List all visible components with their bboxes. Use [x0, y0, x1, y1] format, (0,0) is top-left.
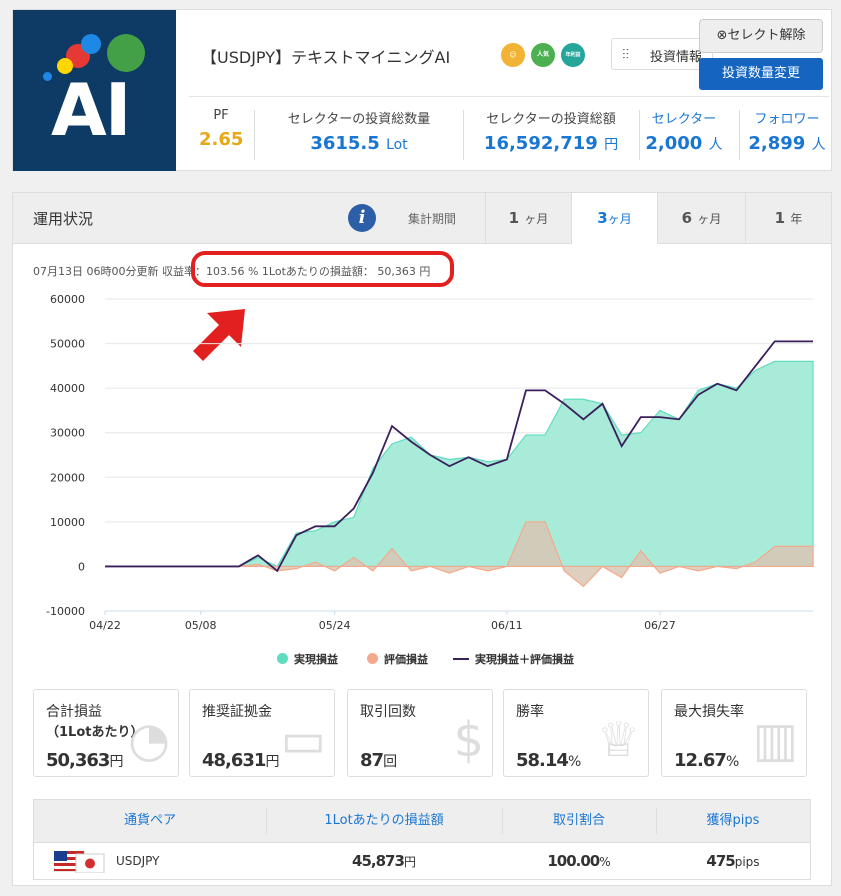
period-label: 集計期間: [408, 212, 457, 226]
wallet-icon: ▭: [280, 712, 326, 768]
card-trades: 取引回数 $ 87回: [347, 689, 493, 777]
panel-tabbar: 運用状況 i 集計期間 1 ヶ月 3ヶ月 6 ヶ月 1 年: [13, 193, 831, 244]
strategy-header: AI 【USDJPY】テキストマイニングAI ☺ 人気TOP10 年利益TOP1…: [12, 9, 832, 171]
card-winrate: 勝率 ♕ 58.14%: [503, 689, 649, 777]
stat-followers[interactable]: フォロワー 2,899 人: [745, 108, 829, 154]
change-quantity-button[interactable]: 投資数量変更: [699, 58, 823, 90]
logo-dot-blue: [81, 34, 101, 54]
x-tick-label: 04/22: [89, 619, 121, 632]
table-header: 通貨ペア 1Lotあたりの損益額 取引割合 獲得pips: [34, 800, 810, 843]
currency-pair-table: 通貨ペア 1Lotあたりの損益額 取引割合 獲得pips USDJPY 45,8…: [33, 799, 811, 880]
y-tick-label: 50000: [50, 338, 85, 351]
legend-unrealized: 評価損益: [367, 651, 428, 667]
highlight-box: [191, 251, 454, 287]
realized-pnl-area: [105, 360, 814, 568]
clear-selection-button[interactable]: ⊗セレクト解除: [699, 19, 823, 53]
stat-selectors[interactable]: セレクター 2,000 人: [641, 108, 727, 154]
panel-title: 運用状況: [33, 210, 94, 228]
stat-total-lots: セレクターの投資総数量 3615.5 Lot: [287, 112, 431, 154]
popular-badge: 人気TOP10: [531, 43, 555, 82]
y-tick-label: -10000: [46, 605, 85, 618]
performance-chart: -10000 0 10000 20000 30000 40000 50000 60000 04/…: [46, 293, 814, 632]
performance-panel: 運用状況 i 集計期間 1 ヶ月 3ヶ月 6 ヶ月 1 年 07月13日 06時…: [12, 192, 832, 886]
legend-realized-marker: [277, 653, 288, 664]
divider: [189, 96, 829, 97]
ratio-cell: 100.00%: [547, 852, 611, 870]
pie-chart-icon: ◔: [128, 712, 170, 768]
x-tick-label: 05/08: [185, 619, 217, 632]
stat-total-amount: セレクターの投資総額 16,592,719 円: [483, 112, 619, 154]
card-max-loss: 最大損失率 ▥ 12.67%: [661, 689, 807, 777]
y-tick-label: 40000: [50, 382, 85, 395]
pips-cell: 475pips: [706, 852, 760, 870]
x-tick-label: 06/27: [644, 619, 676, 632]
legend-unrealized-marker: [367, 653, 378, 664]
logo-dot-green: [107, 34, 145, 72]
table-row: USDJPY 45,873円 100.00% 475pips: [34, 843, 810, 879]
trophy-icon: ♕: [596, 712, 640, 768]
y-tick-label: 20000: [50, 471, 85, 484]
tab-1-year[interactable]: 1 年: [745, 193, 831, 243]
x-tick-label: 05/24: [319, 619, 351, 632]
tab-6-months[interactable]: 6 ヶ月: [657, 193, 745, 243]
y-tick-label: 10000: [50, 516, 85, 529]
investment-info-label: 投資情報: [650, 50, 703, 65]
investment-info-button[interactable]: ⫶⫶ 投資情報: [611, 38, 713, 70]
y-tick-label: 60000: [50, 293, 85, 306]
legend-total-line: [453, 658, 469, 660]
profit-badge: 年利益TOP10: [561, 43, 585, 82]
tab-3-months[interactable]: 3ヶ月: [571, 193, 657, 244]
card-total-pnl: 合計損益 （1Lotあたり） ◔ 50,363円: [33, 689, 179, 777]
info-icon[interactable]: i: [348, 204, 376, 232]
bar-chart-icon: ▥: [752, 712, 798, 768]
strategy-title: 【USDJPY】テキストマイニングAI: [201, 48, 451, 67]
logo-text: AI: [51, 68, 132, 152]
dollar-cycle-icon: $: [453, 712, 484, 768]
strategy-logo: AI: [13, 10, 176, 171]
y-tick-label: 30000: [50, 427, 85, 440]
tab-1-month[interactable]: 1 ヶ月: [485, 193, 571, 243]
usdjpy-flag-icon: [53, 850, 106, 877]
legend-realized: 実現損益: [277, 651, 338, 667]
pair-name: USDJPY: [116, 854, 160, 868]
face-icon: ☺: [501, 43, 525, 67]
card-margin: 推奨証拠金 ▭ 48,631円: [189, 689, 335, 777]
legend-total: 実現損益＋評価損益: [453, 651, 574, 667]
x-tick-label: 06/11: [491, 619, 523, 632]
sliders-icon: ⫶⫶: [622, 47, 629, 63]
y-tick-label: 0: [78, 560, 85, 573]
stat-pf: PF 2.65: [199, 108, 244, 150]
pnl-cell: 45,873円: [352, 852, 416, 870]
